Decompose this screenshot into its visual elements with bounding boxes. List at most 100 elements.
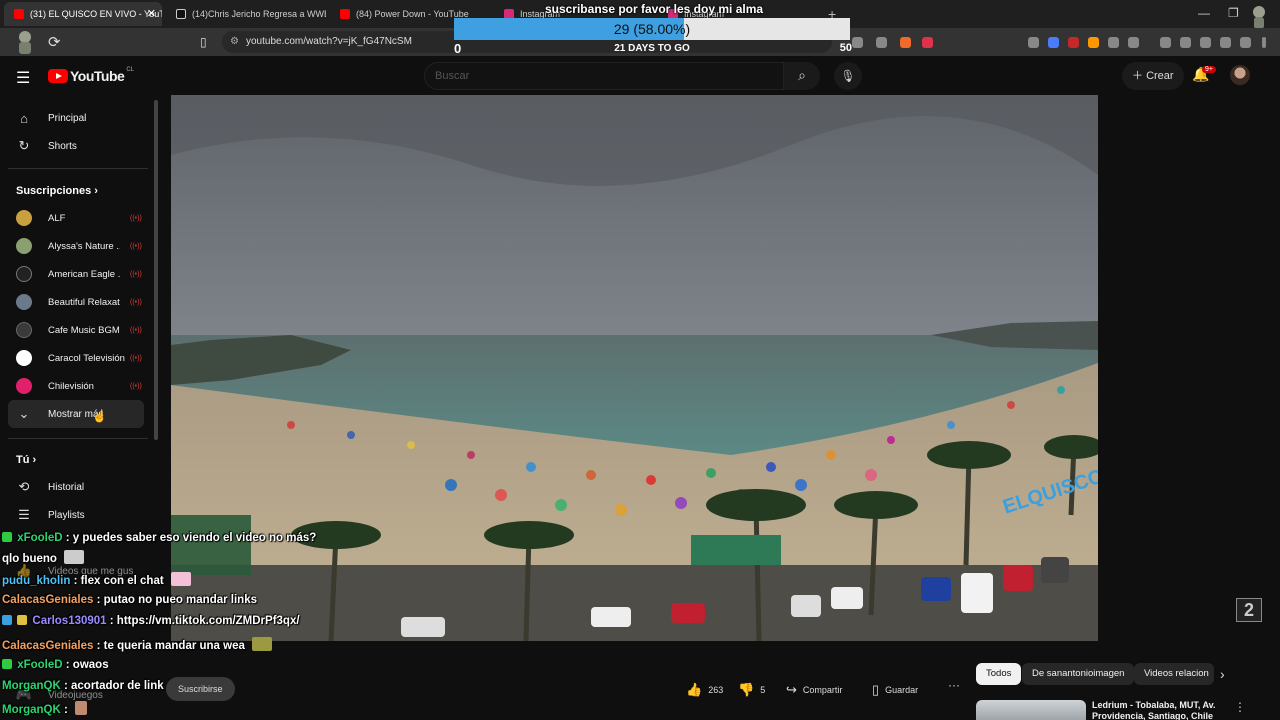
save-label: Guardar [885, 685, 919, 695]
channel-name: Chilevisión [48, 380, 94, 392]
sidebar-scrollbar[interactable] [154, 100, 158, 440]
video-player[interactable]: ELQUISCO [171, 95, 1098, 641]
translate-icon[interactable] [1028, 37, 1039, 48]
thumbs-down-icon: 👎 [738, 682, 755, 697]
subscription-item[interactable]: ALF ((•)) [16, 204, 142, 232]
extension-icon[interactable] [1128, 37, 1139, 48]
subscriptions-heading[interactable]: Suscripciones › [16, 185, 98, 197]
create-label: Crear [1146, 70, 1174, 82]
vpn-icon[interactable] [1240, 37, 1251, 48]
maximize-icon[interactable]: ❐ [1228, 6, 1239, 20]
chat-text: : flex con el chat [73, 575, 164, 587]
subscribe-button[interactable]: Suscribirse [166, 677, 235, 701]
subscription-item[interactable]: Chilevisión ((•)) [16, 372, 142, 400]
chat-user: MorganQK [2, 680, 61, 692]
reload-icon[interactable]: ⟳ [48, 33, 61, 51]
chat-message: xFooleD : owaos [2, 659, 109, 671]
chevron-down-icon: ⌄ [18, 406, 30, 421]
extension-icon[interactable] [1088, 37, 1099, 48]
more-actions-icon[interactable]: ··· [944, 678, 964, 700]
extension-icon[interactable] [1048, 37, 1059, 48]
browser-tab[interactable]: (14)Chris Jericho Regresa a WWE en [166, 2, 326, 26]
subscription-item[interactable]: Beautiful Relaxat... ((•)) [16, 288, 142, 316]
subscription-item[interactable]: American Eagle ... ((•)) [16, 260, 142, 288]
dislike-button[interactable]: 👎 5 [738, 677, 765, 703]
close-tab-icon[interactable]: ✕ [147, 7, 156, 20]
divider [8, 438, 148, 439]
extension-icon[interactable] [1068, 37, 1079, 48]
chip-all[interactable]: Todos [976, 663, 1022, 685]
live-indicator-icon: ((•)) [130, 215, 142, 222]
chat-text: : acortador de link [63, 680, 164, 692]
mascot-icon [10, 28, 40, 56]
leo-icon[interactable] [1220, 37, 1231, 48]
search-icon[interactable]: ⌕ [784, 62, 820, 90]
recommended-video[interactable]: Ledrium - Tobalaba, MUT, Av. Providencia… [976, 698, 1226, 720]
channel-name: American Eagle ... [48, 268, 120, 280]
goal-count: 29 (58.00%) [613, 21, 691, 37]
sidebar-icon[interactable] [1180, 37, 1191, 48]
browser-menu-icon[interactable] [1262, 37, 1266, 48]
save-button[interactable]: ▯ Guardar [872, 677, 918, 703]
wallet-icon[interactable] [1200, 37, 1211, 48]
subscriber-goal-overlay: suscribanse por favor les doy mi alma 29… [452, 0, 852, 58]
sidebar-item-home[interactable]: ⌂ Principal [8, 104, 144, 132]
youtube-favicon-icon [14, 9, 24, 19]
emote-icon [75, 701, 88, 715]
search-input[interactable]: Buscar [424, 62, 784, 90]
extension-icon[interactable] [852, 37, 863, 48]
goal-title: suscribanse por favor les doy mi alma [544, 2, 764, 16]
channel-name: Cafe Music BGM... [48, 324, 120, 336]
chat-text: : y puedes saber eso viendo el video no … [65, 532, 317, 544]
chat-text: : putao no pueo mandar links [96, 594, 257, 606]
shorts-icon: ↻ [18, 138, 30, 153]
minimize-icon[interactable]: — [1198, 6, 1210, 20]
live-indicator-icon: ((•)) [130, 327, 142, 334]
rewards-icon[interactable] [922, 37, 933, 48]
chat-user: Carlos130901 [32, 615, 107, 627]
live-indicator-icon: ((•)) [130, 355, 142, 362]
sidebar-item-label: Shorts [48, 140, 77, 152]
subscription-item[interactable]: Caracol Televisión ((•)) [16, 344, 142, 372]
playlist-icon: ☰ [18, 507, 30, 522]
sidebar-item-shorts[interactable]: ↻ Shorts [8, 132, 144, 160]
channel-name: Alyssa's Nature ... [48, 240, 120, 252]
sub-badge-icon [17, 615, 28, 625]
chip-related[interactable]: Videos relacion [1134, 663, 1214, 685]
country-code: CL [126, 67, 134, 73]
youtube-logo[interactable]: YouTube CL [48, 67, 134, 84]
site-info-icon[interactable]: ⚙ [230, 31, 239, 53]
beach-live-stream-frame: ELQUISCO [171, 95, 1098, 641]
sidebar-item-playlists[interactable]: ☰ Playlists [8, 501, 144, 529]
chevron-right-icon: › [32, 454, 37, 466]
sidebar-item-label: Playlists [48, 509, 85, 521]
bookmark-icon[interactable]: ▯ [200, 35, 207, 49]
brave-shield-icon[interactable] [900, 37, 911, 48]
chat-user: CalacasGeniales [2, 594, 94, 606]
create-button[interactable]: ＋ Crear [1122, 62, 1184, 90]
chevron-right-icon: › [94, 185, 98, 197]
chip-channel[interactable]: De sanantonioimagen [1022, 663, 1135, 685]
chevron-right-icon[interactable]: › [1220, 666, 1225, 682]
kebab-menu-icon[interactable]: ⋮ [1234, 700, 1246, 714]
share-button[interactable]: ↪ Compartir [786, 677, 842, 703]
like-button[interactable]: 👍 263 [686, 677, 723, 703]
subscription-item[interactable]: Cafe Music BGM... ((•)) [16, 316, 142, 344]
channel-avatar [16, 210, 32, 226]
you-heading[interactable]: Tú › [16, 454, 36, 466]
share-icon[interactable] [876, 37, 887, 48]
you-heading-label: Tú [16, 454, 30, 466]
browser-tab[interactable]: (31) EL QUISCO EN VIVO - YouTu ✕ [4, 2, 162, 26]
thumbs-up-icon: 👍 [686, 682, 703, 697]
extensions-puzzle-icon[interactable] [1108, 37, 1119, 48]
hamburger-menu-icon[interactable]: ☰ [16, 68, 30, 88]
channel-avatar [16, 350, 32, 366]
url-text: youtube.com/watch?v=jK_fG47NcSM [246, 36, 412, 47]
live-indicator-icon: ((•)) [130, 299, 142, 306]
avatar[interactable] [1230, 65, 1250, 85]
sidebar-item-history[interactable]: ⟲ Historial [8, 473, 144, 501]
music-icon[interactable] [1160, 37, 1171, 48]
show-more-button[interactable]: ⌄ Mostrar más [8, 400, 144, 428]
subscription-item[interactable]: Alyssa's Nature ... ((•)) [16, 232, 142, 260]
microphone-icon[interactable]: 🎙 [834, 62, 862, 90]
